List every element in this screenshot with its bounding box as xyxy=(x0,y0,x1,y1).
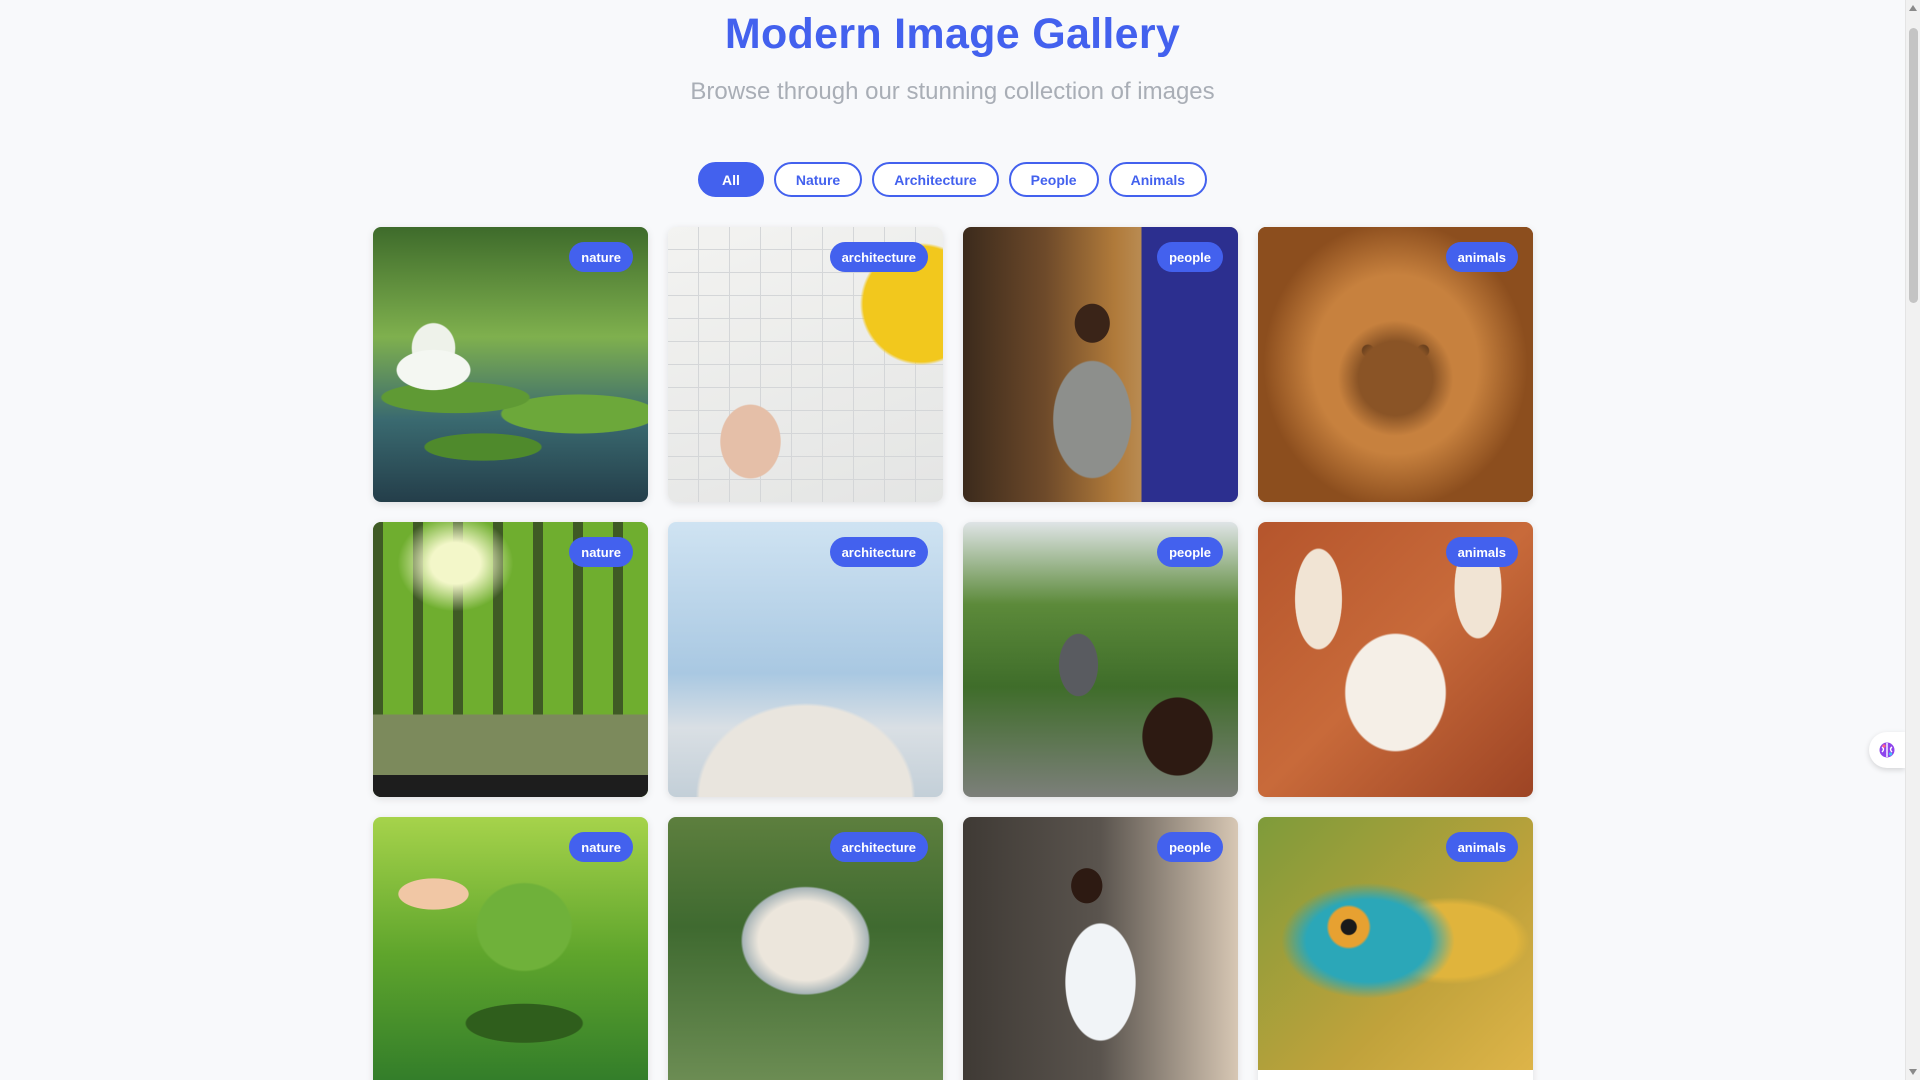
filter-all[interactable]: All xyxy=(697,162,764,197)
category-badge: animals xyxy=(1445,832,1518,862)
filter-bar: All Nature Architecture People Animals xyxy=(0,162,1905,197)
category-badge: architecture xyxy=(829,832,928,862)
filter-architecture[interactable]: Architecture xyxy=(872,162,999,197)
vertical-scrollbar[interactable] xyxy=(1905,0,1920,1080)
category-badge: nature xyxy=(569,832,633,862)
gallery-card[interactable]: animals xyxy=(1258,227,1533,502)
brain-icon xyxy=(1879,742,1895,758)
category-badge: nature xyxy=(569,537,633,567)
category-badge: animals xyxy=(1445,242,1518,272)
page-title: Modern Image Gallery xyxy=(724,10,1181,58)
image-grid: nature architecture people animals natur… xyxy=(373,227,1533,1080)
gallery-card[interactable]: animals xyxy=(1258,817,1533,1080)
category-badge: people xyxy=(1157,242,1223,272)
gallery-card[interactable]: nature xyxy=(373,522,648,797)
filter-nature[interactable]: Nature xyxy=(773,162,863,197)
gallery-card[interactable]: people xyxy=(963,227,1238,502)
gallery-card[interactable]: architecture xyxy=(668,817,943,1080)
gallery-card[interactable]: architecture xyxy=(668,522,943,797)
gallery-card[interactable]: animals xyxy=(1258,522,1533,797)
gallery-card[interactable]: people xyxy=(963,817,1238,1080)
gallery-card[interactable]: people xyxy=(963,522,1238,797)
category-badge: architecture xyxy=(829,537,928,567)
category-badge: architecture xyxy=(829,242,928,272)
category-badge: people xyxy=(1157,537,1223,567)
gallery-card[interactable]: nature xyxy=(373,817,648,1080)
scroll-down-icon[interactable] xyxy=(1909,1069,1917,1075)
gallery-card[interactable]: architecture xyxy=(668,227,943,502)
filter-animals[interactable]: Animals xyxy=(1108,162,1208,197)
category-badge: nature xyxy=(569,242,633,272)
page-subtitle: Browse through our stunning collection o… xyxy=(690,78,1215,105)
brain-extension-icon[interactable] xyxy=(1869,732,1905,768)
scrollbar-thumb[interactable] xyxy=(1909,28,1918,303)
category-badge: people xyxy=(1157,832,1223,862)
category-badge: animals xyxy=(1445,537,1518,567)
gallery-page: Modern Image Gallery Browse through our … xyxy=(0,0,1905,1080)
scroll-up-icon[interactable] xyxy=(1909,5,1917,11)
filter-people[interactable]: People xyxy=(1008,162,1099,197)
gallery-card[interactable]: nature xyxy=(373,227,648,502)
